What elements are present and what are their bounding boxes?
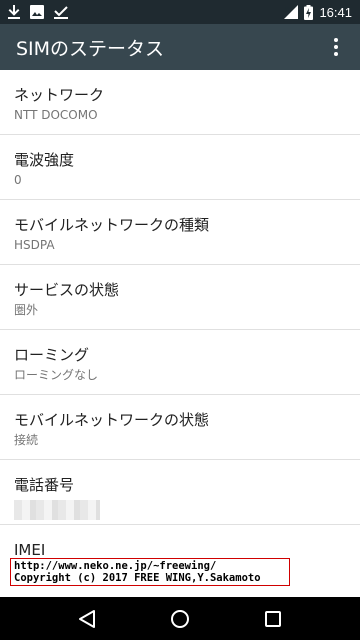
item-title: IMEI — [14, 541, 46, 559]
status-bar-system: H 16:41 — [282, 4, 352, 20]
item-title: モバイルネットワークの種類 — [14, 216, 210, 234]
image-icon — [30, 5, 44, 19]
home-icon[interactable] — [160, 599, 200, 639]
watermark-url: http://www.neko.ne.jp/~freewing/ — [14, 560, 217, 572]
clock: 16:41 — [319, 4, 352, 20]
download-icon — [8, 5, 20, 19]
item-title: ネットワーク — [14, 86, 105, 104]
more-vert-icon[interactable] — [324, 35, 348, 59]
item-value: 接続 — [14, 433, 39, 447]
list-item-phone-number[interactable]: 電話番号 — [0, 460, 360, 525]
item-title: 電話番号 — [14, 476, 75, 494]
list-item-roaming[interactable]: ローミング ローミングなし — [0, 330, 360, 395]
list-item-service-state[interactable]: サービスの状態 圏外 — [0, 265, 360, 330]
item-title: モバイルネットワークの状態 — [14, 411, 210, 429]
item-title: 電波強度 — [14, 151, 75, 169]
list-item-network-state[interactable]: モバイルネットワークの状態 接続 — [0, 395, 360, 460]
signal-label: H — [284, 6, 289, 14]
check-icon — [54, 5, 68, 19]
list-item-network[interactable]: ネットワーク NTT DOCOMO — [0, 70, 360, 135]
list-item-signal-strength[interactable]: 電波強度 0 — [0, 135, 360, 200]
item-value: 圏外 — [14, 303, 39, 317]
recents-icon[interactable] — [253, 599, 293, 639]
redacted-phone-number — [14, 500, 100, 520]
battery-charging-icon — [304, 4, 314, 20]
status-bar: H 16:41 — [0, 0, 360, 24]
item-title: サービスの状態 — [14, 281, 120, 299]
copyright-watermark: http://www.neko.ne.jp/~freewing/ Copyrig… — [10, 558, 290, 586]
sim-status-list: ネットワーク NTT DOCOMO 電波強度 0 モバイルネットワークの種類 H… — [0, 70, 360, 597]
back-icon[interactable] — [67, 599, 107, 639]
app-bar: SIMのステータス — [0, 24, 360, 70]
item-value: ローミングなし — [14, 368, 99, 382]
item-value: HSDPA — [14, 238, 55, 252]
list-item-network-type[interactable]: モバイルネットワークの種類 HSDPA — [0, 200, 360, 265]
signal-icon: H — [282, 5, 299, 19]
item-title: ローミング — [14, 346, 90, 364]
page-title: SIMのステータス — [16, 37, 165, 60]
item-value: 0 — [14, 173, 22, 187]
item-value: NTT DOCOMO — [14, 108, 98, 122]
status-bar-notifications — [8, 5, 68, 19]
watermark-copyright: Copyright (c) 2017 FREE WING,Y.Sakamoto — [14, 572, 261, 584]
navigation-bar — [0, 597, 360, 640]
